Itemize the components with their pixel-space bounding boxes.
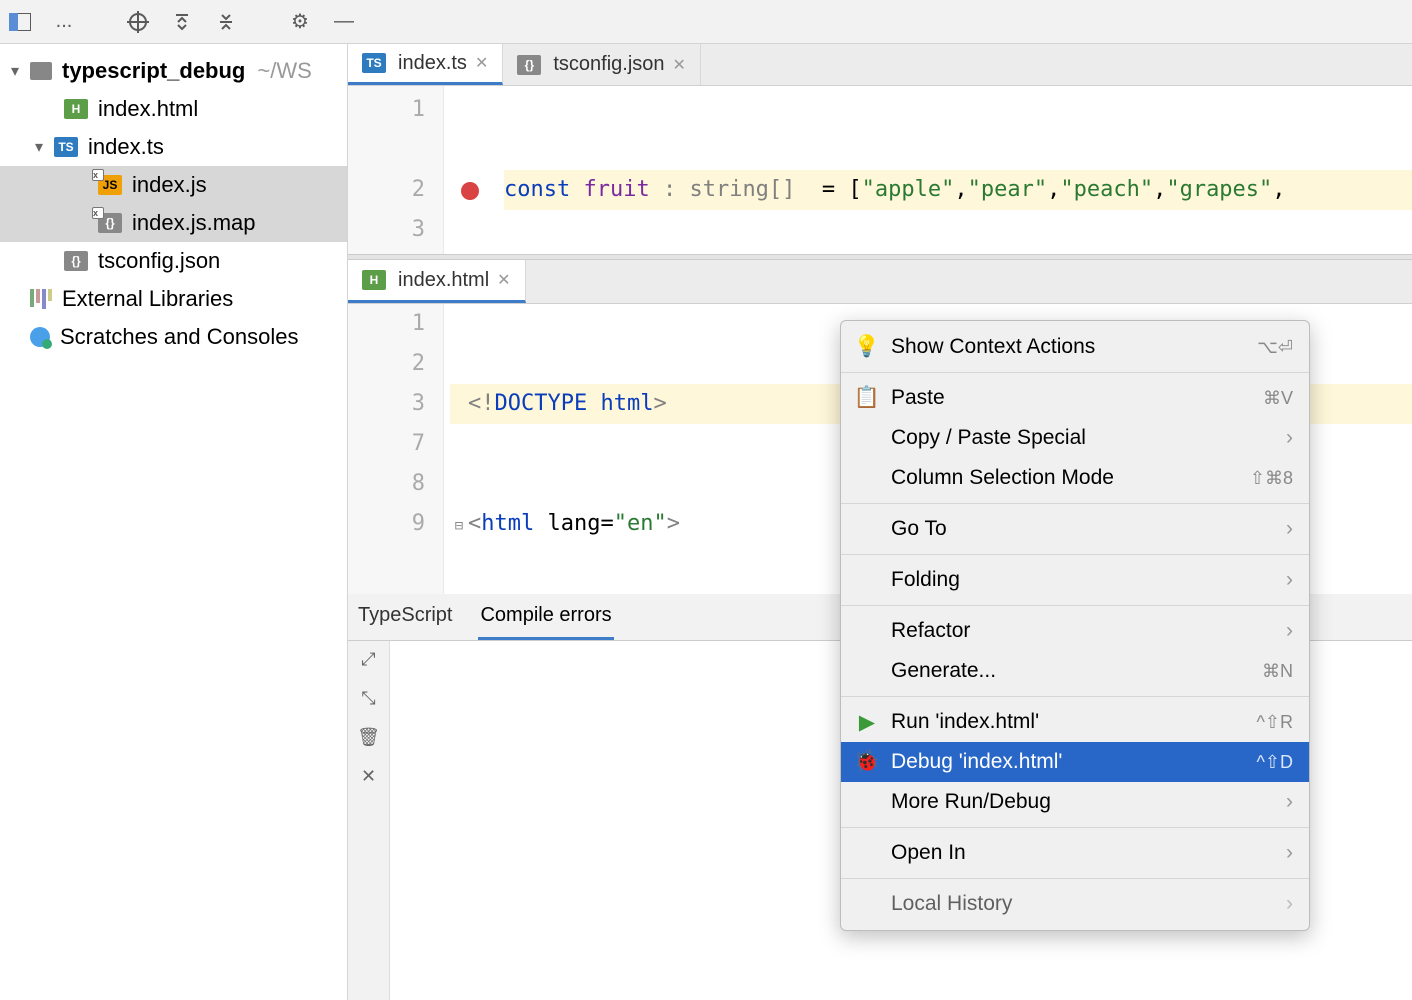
clipboard-icon: 📋 bbox=[855, 386, 879, 410]
tab-index-ts[interactable]: TS index.ts ✕ bbox=[348, 44, 503, 85]
chevron-right-icon: › bbox=[1286, 517, 1293, 541]
collapse-all-icon[interactable] bbox=[214, 10, 238, 34]
tree-item-tsconfig[interactable]: {} tsconfig.json bbox=[0, 242, 347, 280]
play-icon: ▶ bbox=[855, 710, 879, 735]
map-file-icon: x{} bbox=[98, 213, 122, 233]
gear-icon[interactable]: ⚙ bbox=[288, 10, 312, 34]
close-icon[interactable]: ✕ bbox=[361, 766, 376, 787]
fold-icon[interactable]: ⊟ bbox=[450, 506, 468, 546]
menu-local-history[interactable]: Local History› bbox=[841, 884, 1309, 924]
tab-compile-errors[interactable]: Compile errors bbox=[478, 600, 613, 640]
editor-index-ts[interactable]: 1 2 3 const fruit : string[] = ["apple",… bbox=[348, 86, 1412, 254]
json-file-icon: {} bbox=[64, 251, 88, 271]
menu-refactor[interactable]: Refactor› bbox=[841, 611, 1309, 651]
project-tree: ▾ typescript_debug ~/WS H index.html ▾ T… bbox=[0, 44, 348, 1000]
tree-item-index-html[interactable]: H index.html bbox=[0, 90, 347, 128]
menu-separator bbox=[841, 696, 1309, 697]
editor-tab-bar-top: TS index.ts ✕ {} tsconfig.json ✕ bbox=[348, 44, 1412, 86]
menu-separator bbox=[841, 503, 1309, 504]
menu-debug[interactable]: 🐞 Debug 'index.html'^⇧D bbox=[841, 742, 1309, 782]
root-name: typescript_debug bbox=[62, 58, 245, 83]
tree-item-external-libraries[interactable]: External Libraries bbox=[0, 280, 347, 318]
menu-paste[interactable]: 📋 Paste ⌘V bbox=[841, 378, 1309, 418]
libraries-icon bbox=[30, 289, 52, 309]
close-icon[interactable]: ✕ bbox=[673, 55, 686, 75]
menu-generate[interactable]: Generate...⌘N bbox=[841, 651, 1309, 691]
menu-copy-paste-special[interactable]: Copy / Paste Special› bbox=[841, 418, 1309, 458]
tree-root[interactable]: ▾ typescript_debug ~/WS bbox=[0, 52, 347, 90]
tree-item-index-js[interactable]: xJS index.js bbox=[0, 166, 347, 204]
menu-separator bbox=[841, 605, 1309, 606]
chevron-down-icon: ▾ bbox=[6, 61, 24, 81]
overflow-label[interactable]: ... bbox=[52, 10, 76, 34]
menu-separator bbox=[841, 827, 1309, 828]
tree-item-scratches[interactable]: Scratches and Consoles bbox=[0, 318, 347, 356]
scratches-icon bbox=[30, 327, 50, 347]
chevron-right-icon: › bbox=[1286, 841, 1293, 865]
html-file-icon: H bbox=[362, 270, 386, 290]
menu-context-actions[interactable]: 💡 Show Context Actions ⌥⏎ bbox=[841, 327, 1309, 367]
bottom-toolbar: ⤢ ⤡ 🗑 ✕ bbox=[348, 641, 390, 1000]
expand-icon[interactable]: ⤢ bbox=[361, 649, 375, 670]
chevron-right-icon: › bbox=[1286, 619, 1293, 643]
gutter: 1 2 3 bbox=[348, 86, 444, 254]
collapse-icon[interactable]: ⤡ bbox=[361, 688, 375, 709]
gutter: 1 2 3 7 8 9 bbox=[348, 304, 444, 594]
folder-icon bbox=[30, 62, 52, 80]
menu-separator bbox=[841, 554, 1309, 555]
breakpoint-icon[interactable]: 2 bbox=[348, 170, 443, 210]
ts-file-icon: TS bbox=[54, 137, 78, 157]
menu-folding[interactable]: Folding› bbox=[841, 560, 1309, 600]
close-icon[interactable]: ✕ bbox=[475, 53, 488, 73]
code-area[interactable]: const fruit : string[] = ["apple","pear"… bbox=[444, 86, 1412, 254]
ts-file-icon: TS bbox=[362, 53, 386, 73]
editor-tab-bar-bottom: H index.html ✕ bbox=[348, 260, 1412, 304]
bug-icon: 🐞 bbox=[855, 750, 879, 774]
tab-index-html[interactable]: H index.html ✕ bbox=[348, 260, 526, 303]
chevron-right-icon: › bbox=[1286, 790, 1293, 814]
chevron-right-icon: › bbox=[1286, 426, 1293, 450]
menu-separator bbox=[841, 372, 1309, 373]
bulb-icon: 💡 bbox=[855, 335, 879, 359]
close-icon[interactable]: ✕ bbox=[497, 270, 510, 290]
target-icon[interactable] bbox=[126, 10, 150, 34]
html-file-icon: H bbox=[64, 99, 88, 119]
tree-item-index-js-map[interactable]: x{} index.js.map bbox=[0, 204, 347, 242]
menu-separator bbox=[841, 878, 1309, 879]
menu-column-selection[interactable]: Column Selection Mode⇧⌘8 bbox=[841, 458, 1309, 498]
menu-more-run-debug[interactable]: More Run/Debug› bbox=[841, 782, 1309, 822]
menu-open-in[interactable]: Open In› bbox=[841, 833, 1309, 873]
menu-goto[interactable]: Go To› bbox=[841, 509, 1309, 549]
chevron-right-icon: › bbox=[1286, 568, 1293, 592]
tab-tsconfig[interactable]: {} tsconfig.json ✕ bbox=[503, 44, 701, 85]
root-path: ~/WS bbox=[257, 58, 311, 84]
window-icon[interactable] bbox=[8, 10, 32, 34]
main-toolbar: ... ⚙ — bbox=[0, 0, 1412, 44]
js-file-icon: xJS bbox=[98, 175, 122, 195]
trash-icon[interactable]: 🗑 bbox=[357, 727, 380, 748]
menu-run[interactable]: ▶ Run 'index.html'^⇧R bbox=[841, 702, 1309, 742]
tree-item-index-ts[interactable]: ▾ TS index.ts bbox=[0, 128, 347, 166]
expand-all-icon[interactable] bbox=[170, 10, 194, 34]
minimize-icon[interactable]: — bbox=[332, 10, 356, 34]
chevron-down-icon: ▾ bbox=[30, 137, 48, 157]
tab-typescript[interactable]: TypeScript bbox=[356, 600, 454, 640]
json-file-icon: {} bbox=[517, 55, 541, 75]
chevron-right-icon: › bbox=[1286, 892, 1293, 916]
context-menu: 💡 Show Context Actions ⌥⏎ 📋 Paste ⌘V Cop… bbox=[840, 320, 1310, 931]
